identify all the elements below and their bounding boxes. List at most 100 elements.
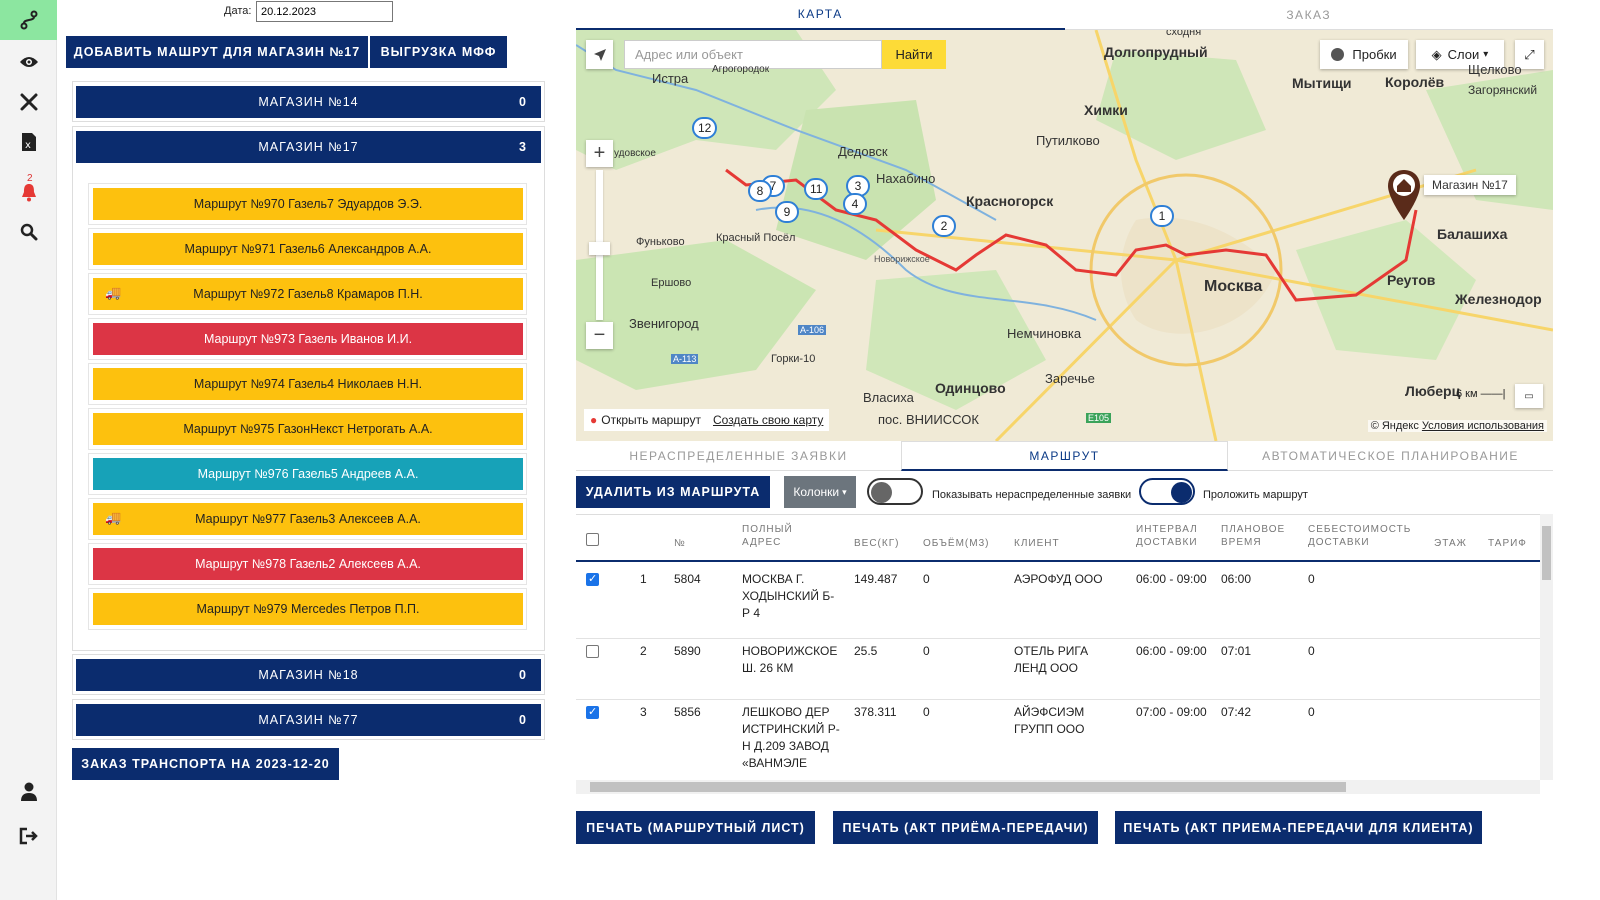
search-icon [20,223,37,241]
route-stop-pin[interactable]: 4 [843,193,867,215]
map-find-button[interactable]: Найти [882,40,946,69]
column-header[interactable]: ВЕС(КГ) [854,537,899,550]
pin-number: 11 [810,182,823,196]
route-item[interactable]: Маршрут №976 Газель5 Андреев А.А. [93,458,523,490]
route-stop-pin[interactable]: 2 [932,215,956,237]
plus-icon: + [593,142,606,164]
zoom-in-button[interactable]: + [586,140,613,167]
tab-route[interactable]: МАРШРУТ [901,441,1228,471]
row-divider [576,699,1540,700]
logout-icon [19,827,38,845]
route-item[interactable]: Маршрут №974 Газель4 Николаев Н.Н. [93,368,523,400]
route-item[interactable]: 🚚 Маршрут №972 Газель8 Крамаров П.Н. [93,278,523,310]
route-label: Маршрут №975 ГазонНекст Нетрогать А.А. [183,422,433,436]
print-route-sheet-button[interactable]: ПЕЧАТЬ (МАРШРУТНЫЙ ЛИСТ) [576,811,815,844]
row-checkbox[interactable] [586,705,599,719]
store-header-18[interactable]: МАГАЗИН №18 0 [76,659,541,691]
route-item[interactable]: Маршрут №973 Газель Иванов И.И. [93,323,523,355]
route-stop-pin[interactable]: 8 [748,180,772,202]
cell-weight: 378.311 [854,705,897,719]
vertical-scrollbar[interactable] [1540,514,1553,780]
cell-weight: 149.487 [854,572,898,586]
route-item[interactable]: Маршрут №975 ГазонНекст Нетрогать А.А. [93,413,523,445]
column-header[interactable]: СЕБЕСТОИМОСТЬ ДОСТАВКИ [1308,523,1432,549]
cell-volume: 0 [923,705,930,719]
print-client-transfer-act-button[interactable]: ПЕЧАТЬ (АКТ ПРИЕМА-ПЕРЕДАЧИ ДЛЯ КЛИЕНТА) [1115,811,1482,844]
store-name: МАГАЗИН №14 [258,95,359,109]
terms-link[interactable]: Условия использования [1422,420,1544,432]
row-checkbox[interactable] [586,572,599,586]
open-route-link[interactable]: Открыть маршрут [601,413,701,427]
route-stop-pin[interactable]: 11 [804,178,829,200]
map-label: Балашиха [1437,226,1508,242]
route-item[interactable]: Маршрут №978 Газель2 Алексеев А.А. [93,548,523,580]
sidebar-item-excel[interactable]: x [0,122,57,162]
horizontal-scrollbar[interactable] [576,780,1540,794]
map-label: Люберц [1405,383,1461,399]
map-label: Звенигород [629,316,699,331]
scrollbar-thumb[interactable] [1542,526,1551,580]
route-item[interactable]: Маршрут №979 Mercedes Петров П.П. [93,593,523,625]
tab-unassigned[interactable]: НЕРАСПРЕДЕЛЕННЫЕ ЗАЯВКИ [576,441,901,471]
column-header[interactable]: ОБЪЁМ(М3) [923,537,989,550]
sidebar-item-notifications[interactable]: 2 [0,172,57,212]
tab-map[interactable]: КАРТА [576,0,1065,30]
scrollbar-thumb[interactable] [590,782,1346,792]
map-label: Заречье [1045,371,1095,386]
cell-cost: 0 [1308,644,1315,658]
column-header[interactable]: ИНТЕРВАЛ ДОСТАВКИ [1136,523,1210,549]
sidebar-item-profile[interactable] [0,772,57,812]
map-label: Москва [1204,278,1263,295]
route-item[interactable]: Маршрут №970 Газель7 Эдуардов Э.Э. [93,188,523,220]
route-stop-pin[interactable]: 9 [775,201,799,223]
route-label: Маршрут №977 Газель3 Алексеев А.А. [195,512,421,526]
zoom-out-button[interactable]: − [586,322,613,349]
store-header-17[interactable]: МАГАЗИН №17 3 [76,131,541,163]
column-header[interactable]: ПОЛНЫЙ АДРЕС [742,523,812,549]
tab-auto-planning[interactable]: АВТОМАТИЧЕСКОЕ ПЛАНИРОВАНИЕ [1228,441,1553,471]
map-label: Красный Посёл [716,232,796,244]
map-footer-links: ● Открыть маршрут Создать свою карту [584,409,830,431]
tab-order[interactable]: ЗАКАЗ [1064,0,1553,30]
select-all-checkbox[interactable] [586,533,599,546]
create-map-link[interactable]: Создать свою карту [713,413,823,427]
sidebar-item-routes[interactable] [0,0,57,40]
sidebar-item-logout[interactable] [0,816,57,856]
route-item[interactable]: 🚚 Маршрут №977 Газель3 Алексеев А.А. [93,503,523,535]
store-marker[interactable] [1386,168,1422,222]
cell-time: 06:00 [1221,572,1252,586]
columns-dropdown[interactable]: Колонки ▾ [784,476,856,508]
date-input[interactable] [256,1,393,22]
store-header-14[interactable]: МАГАЗИН №14 0 [76,86,541,118]
show-unassigned-toggle[interactable] [867,478,923,505]
sidebar-item-view[interactable] [0,42,57,82]
column-header[interactable]: ТАРИФ [1488,537,1527,550]
store-header-77[interactable]: МАГАЗИН №77 0 [76,704,541,736]
export-mff-button[interactable]: ВЫГРУЗКА МФФ [370,36,507,68]
sidebar-item-settings[interactable] [0,82,57,122]
zoom-slider-handle[interactable] [589,242,610,255]
map-label: Химки [1084,102,1128,118]
column-header[interactable]: КЛИЕНТ [1014,537,1060,550]
lay-route-toggle[interactable] [1139,478,1195,505]
toggle-knob [871,482,892,503]
map[interactable]: Адрес или объект Найти Пробки ◈ Слои ▾ ⤢… [576,30,1553,441]
route-stop-pin[interactable]: 1 [1150,205,1174,227]
traffic-button[interactable]: Пробки [1320,40,1408,69]
copyright-text: © Яндекс [1370,420,1419,432]
row-checkbox[interactable] [586,645,599,658]
column-header[interactable]: ЭТАЖ [1434,537,1467,550]
print-transfer-act-button[interactable]: ПЕЧАТЬ (АКТ ПРИЁМА-ПЕРЕДАЧИ) [833,811,1098,844]
transport-order-button[interactable]: ЗАКАЗ ТРАНСПОРТА НА 2023-12-20 [72,748,339,780]
column-header[interactable]: ПЛАНОВОЕ ВРЕМЯ [1221,523,1297,549]
add-route-button[interactable]: ДОБАВИТЬ МАШРУТ ДЛЯ МАГАЗИН №17 [66,36,368,68]
delete-from-route-button[interactable]: УДАЛИТЬ ИЗ МАРШРУТА [576,476,770,508]
column-header[interactable]: № [674,537,686,550]
ruler-button[interactable]: ▭ [1515,384,1543,408]
sidebar-item-search[interactable] [0,212,57,252]
geolocation-button[interactable] [586,40,613,69]
cell-num: 5804 [674,572,701,586]
route-item[interactable]: Маршрут №971 Газель6 Александров А.А. [93,233,523,265]
route-stop-pin[interactable]: 12 [692,117,718,139]
road-badge: А-113 [671,354,699,364]
